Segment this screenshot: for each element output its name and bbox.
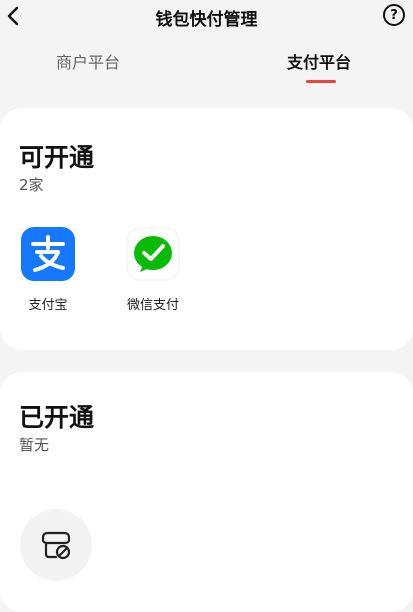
available-section: 可开通 2家 支付宝 微信支付 xyxy=(0,108,413,350)
alipay-icon xyxy=(21,227,75,281)
help-button[interactable]: ? xyxy=(383,4,405,26)
app-alipay[interactable]: 支付宝 xyxy=(13,227,83,313)
wechat-pay-label: 微信支付 xyxy=(126,298,179,313)
enabled-title: 已开通 xyxy=(19,403,95,432)
help-circle-icon: ? xyxy=(390,7,398,23)
available-title: 可开通 xyxy=(19,143,95,172)
wechat-pay-icon xyxy=(126,227,180,281)
enabled-status: 暂无 xyxy=(19,436,50,454)
alipay-label: 支付宝 xyxy=(28,298,68,313)
app-wechat-pay[interactable]: 微信支付 xyxy=(118,227,188,313)
tab-bar: 商户平台 支付平台 xyxy=(0,40,413,95)
empty-state xyxy=(20,509,92,581)
available-count: 2家 xyxy=(19,176,44,194)
empty-card-icon xyxy=(41,531,71,560)
enabled-section: 已开通 暂无 xyxy=(0,372,413,612)
tab-payment-platform[interactable]: 支付平台 xyxy=(287,49,351,73)
page-title: 钱包快付管理 xyxy=(155,10,258,30)
tab-merchant-platform[interactable]: 商户平台 xyxy=(56,49,120,73)
top-bar: 钱包快付管理 ? xyxy=(0,0,413,34)
active-tab-indicator xyxy=(306,80,336,83)
